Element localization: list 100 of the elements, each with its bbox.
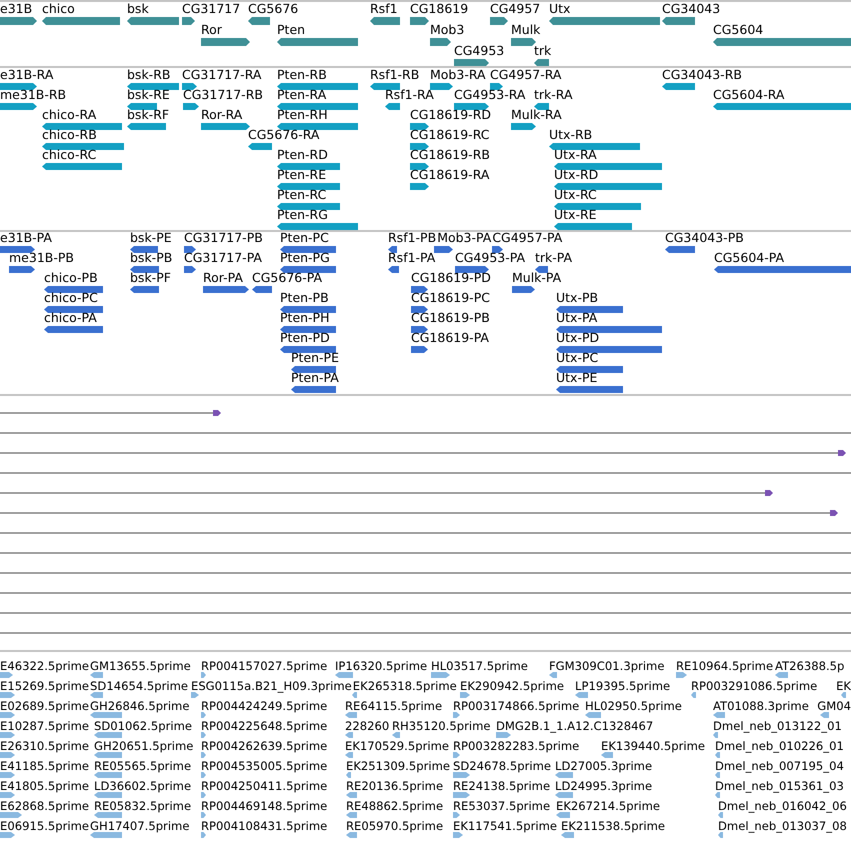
transcript-label: bsk-RF: [127, 108, 170, 122]
gene-label: Mob3: [430, 23, 464, 37]
transcript-label: CG18619-RD: [410, 108, 491, 122]
gene-label: e31B: [0, 2, 32, 16]
transcript-label: Pten-RA: [277, 88, 326, 102]
est-label: RP004225648.5prime: [201, 719, 328, 733]
protein-label: bsk-PE: [130, 232, 172, 245]
gene-label: Ror: [201, 23, 222, 37]
protein-label: CG18619-PA: [411, 331, 489, 345]
gene-label: Mulk: [511, 23, 540, 37]
est-label: RE05565.5prime: [94, 759, 192, 773]
est-label: E02689.5prime: [0, 699, 90, 713]
protein-label: Pten-PD: [280, 331, 330, 345]
protein-label: CG4957-PA: [492, 232, 562, 245]
protein-label: CG31717-PA: [184, 251, 262, 265]
est-label: AT01088.3prime: [713, 699, 809, 713]
transcript-label: Mulk-RA: [511, 108, 562, 122]
protein-label: Utx-PC: [556, 351, 598, 365]
est-label: RP004469148.5prime: [201, 799, 328, 813]
protein-label: e31B-PA: [0, 232, 52, 245]
gene-label: CG18619: [410, 2, 468, 16]
est-label: RE24138.5prime: [453, 779, 550, 793]
transcript-label: chico-RA: [42, 108, 96, 122]
est-label: SD24678.5prime: [453, 759, 552, 773]
est-label: FGM309C01.3prime: [549, 659, 664, 673]
est-label: RE64115.5prime: [345, 699, 442, 713]
protein-label: CG4953-PA: [455, 251, 526, 265]
transcript-label: trk-RA: [534, 88, 573, 102]
protein-label: Pten-PB: [280, 291, 329, 305]
protein-label: Pten-PH: [280, 311, 330, 325]
transcript-label: CG18619-RB: [410, 148, 490, 162]
gene-label: chico: [42, 2, 75, 16]
est-label: Dmel_neb_010226_01: [715, 739, 844, 753]
est-label: DMG2B.1_1.A12.C1328467: [496, 719, 654, 733]
est-label: ESG0115a.B21_H09.3prime: [191, 679, 352, 693]
transcript-label: Rsf1-RA: [385, 88, 434, 102]
est-label: RP004424249.5prime: [201, 699, 328, 713]
est-label: IP16320.5prime: [335, 659, 428, 673]
est-label: RP004108431.5prime: [201, 819, 328, 833]
est-label: RP004250411.5prime: [201, 779, 328, 793]
est-label: GH26846.5prime: [90, 699, 190, 713]
est-label: LD24995.3prime: [555, 779, 652, 793]
protein-label: Mob3-PA: [437, 232, 492, 245]
est-label: E62868.5prime: [0, 799, 90, 813]
est-label: 228260: [345, 719, 390, 733]
transcript-label: CG18619-RC: [410, 128, 490, 142]
est-label: Dmel_neb_015361_03: [715, 779, 844, 793]
protein-label: chico-PB: [44, 271, 98, 285]
est-label: SD14654.5prime: [90, 679, 188, 693]
protein-label: CG18619-PD: [411, 271, 491, 285]
protein-label: Pten-PE: [291, 351, 339, 365]
protein-label: CG18619-PB: [411, 311, 490, 325]
protein-label: Utx-PE: [556, 371, 598, 385]
transcript-label: Utx-RC: [554, 188, 597, 202]
gene-label: CG4957: [490, 2, 540, 16]
est-label: EK265318.5prime: [352, 679, 457, 693]
transcript-label: Mob3-RA: [430, 68, 486, 82]
protein-label: Utx-PA: [556, 311, 598, 325]
protein-label: Pten-PA: [291, 371, 339, 385]
protein-label: Utx-PB: [556, 291, 598, 305]
transcript-label: Ror-RA: [201, 108, 242, 122]
est-label: Dmel_neb_016042_06: [718, 799, 847, 813]
protein-label: CG34043-PB: [665, 232, 744, 245]
est-label: GH20651.5prime: [94, 739, 194, 753]
protein-label: Pten-PC: [280, 232, 329, 245]
transcript-label: chico-RB: [42, 128, 97, 142]
est-label: E15269.5prime: [0, 679, 90, 693]
est-label: LD27005.3prime: [555, 759, 652, 773]
est-label: Dmel_neb_013122_01: [713, 719, 842, 733]
est-label: RE48862.5prime: [346, 799, 444, 813]
transcript-label: Pten-RH: [277, 108, 328, 122]
protein-label: CG5676-PA: [252, 271, 322, 285]
transcript-label: bsk-RB: [127, 68, 170, 82]
est-label: AT26388.5p: [775, 659, 844, 673]
transcript-label: CG5604-RA: [713, 88, 784, 102]
est-label: GM13655.5prime: [90, 659, 191, 673]
est-label: RE05832.5prime: [94, 799, 192, 813]
est-label: RE20136.5prime: [346, 779, 444, 793]
gene-label: CG34043: [662, 2, 720, 16]
gene-label: CG5676: [248, 2, 298, 16]
est-label: RP004262639.5prime: [201, 739, 328, 753]
transcript-label: chico-RC: [42, 148, 96, 162]
est-label: RP004535005.5prime: [201, 759, 328, 773]
gene-label: Utx: [549, 2, 570, 16]
transcript-label: CG31717-RB: [183, 88, 263, 102]
est-label: LP19395.5prime: [575, 679, 670, 693]
est-label: GM04: [817, 699, 851, 713]
transcript-label: CG5676-RA: [248, 128, 320, 142]
est-label: Dmel_neb_007195_04: [715, 759, 844, 773]
est-label: RP003282283.5prime: [453, 739, 580, 753]
transcript-label: Utx-RD: [554, 168, 598, 182]
est-label: E41805.5prime: [0, 779, 90, 793]
protein-label: Utx-PD: [556, 331, 600, 345]
transcript-label: Pten-RD: [277, 148, 328, 162]
protein-label: trk-PA: [535, 251, 572, 265]
transcript-label: CG18619-RA: [410, 168, 490, 182]
transcript-label: me31B-RB: [0, 88, 66, 102]
est-label: RE53037.5prime: [453, 799, 550, 813]
est-label: E06915.5prime: [0, 819, 90, 833]
transcript-label: Utx-RE: [554, 208, 597, 222]
